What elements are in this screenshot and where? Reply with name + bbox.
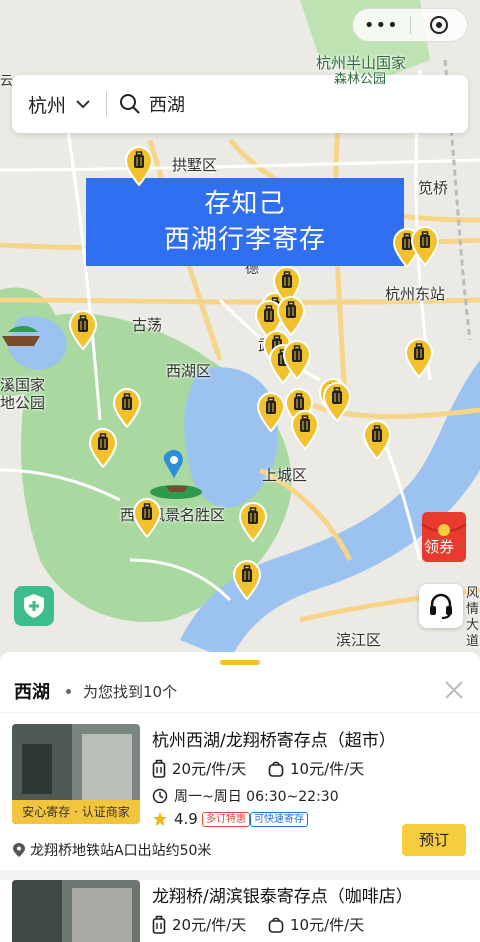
luggage-pin-icon[interactable] bbox=[362, 419, 392, 461]
coupon-envelope-icon[interactable]: 领券 bbox=[418, 508, 470, 566]
map-label-binjiang: 滨江区 bbox=[336, 631, 382, 649]
luggage-pin-icon[interactable] bbox=[282, 339, 312, 381]
map-label-gudang: 古荡 bbox=[132, 316, 163, 334]
search-bar: 杭州 西湖 bbox=[12, 75, 468, 133]
luggage-pin-icon[interactable] bbox=[112, 387, 142, 429]
price-small: 10元/件/天 bbox=[268, 914, 364, 935]
bag-small-icon bbox=[268, 761, 284, 777]
location-pin-icon bbox=[13, 843, 25, 857]
price-large: 20元/件/天 bbox=[152, 758, 246, 779]
book-button[interactable]: 预订 bbox=[402, 824, 466, 856]
miniprogram-capsule: ••• bbox=[352, 8, 468, 42]
luggage-pin-icon[interactable] bbox=[88, 427, 118, 469]
price-large: 20元/件/天 bbox=[152, 914, 246, 935]
results-count: 为您找到10个 bbox=[83, 682, 178, 701]
rating: 4.9 bbox=[152, 810, 198, 828]
banner-line-2: 西湖行李寄存 bbox=[163, 225, 326, 255]
price-small-text: 10元/件/天 bbox=[290, 760, 365, 778]
price-small-text: 10元/件/天 bbox=[290, 916, 365, 934]
luggage-pin-icon[interactable] bbox=[132, 497, 162, 539]
luggage-large-icon bbox=[152, 759, 166, 778]
star-icon bbox=[153, 812, 167, 826]
search-input[interactable]: 西湖 bbox=[149, 91, 185, 117]
opening-hours: 周一~周日 06:30~22:30 bbox=[152, 786, 339, 806]
listing-title: 龙翔桥/湖滨银泰寄存点（咖啡店） bbox=[152, 887, 413, 907]
map-label-right-edge: 风情大道 bbox=[466, 586, 480, 649]
luggage-pin-icon[interactable] bbox=[404, 337, 434, 379]
map-label-jianqiao: 笕桥 bbox=[418, 179, 449, 197]
luggage-large-icon bbox=[152, 915, 166, 934]
tag-discount: 多订特惠 bbox=[202, 812, 250, 827]
luggage-pin-icon[interactable] bbox=[322, 381, 352, 423]
map-label-gongshu: 拱墅区 bbox=[172, 156, 218, 174]
header-dot bbox=[66, 688, 71, 694]
header-divider bbox=[0, 712, 480, 713]
clock-icon bbox=[152, 788, 168, 804]
results-location: 西湖 bbox=[14, 682, 50, 703]
listing-address: 龙翔桥地铁站A口出站约50米 bbox=[12, 840, 211, 860]
opening-hours-text: 周一~周日 06:30~22:30 bbox=[174, 789, 339, 805]
search-divider bbox=[106, 91, 108, 117]
results-header: 西湖 为您找到10个 bbox=[0, 674, 480, 708]
luggage-pin-icon[interactable] bbox=[68, 309, 98, 351]
luggage-pin-icon[interactable] bbox=[256, 391, 286, 433]
price-large-text: 20元/件/天 bbox=[172, 916, 247, 934]
more-dots-icon[interactable]: ••• bbox=[353, 15, 410, 36]
card-separator bbox=[0, 870, 480, 880]
map-label-yun: 云 bbox=[0, 74, 14, 89]
listing-title: 杭州西湖/龙翔桥寄存点（超市） bbox=[152, 731, 396, 751]
bag-small-icon bbox=[268, 917, 284, 933]
price-small: 10元/件/天 bbox=[268, 758, 364, 779]
listing-thumbnail: 安心寄存 · 认证商家 bbox=[12, 724, 140, 824]
search-icon bbox=[120, 94, 140, 114]
map-label-banshan-sub: 森林公园 bbox=[334, 72, 387, 87]
capsule-close-icon[interactable] bbox=[410, 15, 467, 35]
rating-value: 4.9 bbox=[174, 810, 198, 828]
sheet-drag-handle[interactable] bbox=[220, 660, 260, 665]
current-location-marker bbox=[150, 449, 202, 499]
promo-banner: 存知己 西湖行李寄存 bbox=[86, 178, 404, 266]
listing-card[interactable]: 龙翔桥/湖滨银泰寄存点（咖啡店） 20元/件/天 10元/件/天 bbox=[0, 880, 480, 942]
coupon-label: 领券 bbox=[424, 538, 455, 556]
certified-ribbon: 安心寄存 · 认证商家 bbox=[12, 800, 140, 824]
listing-address-text: 龙翔桥地铁站A口出站约50米 bbox=[30, 843, 212, 859]
map-label-dongzhan: 杭州东站 bbox=[385, 285, 446, 303]
luggage-pin-icon[interactable] bbox=[124, 145, 154, 187]
tag-fast: 可快速寄存 bbox=[250, 812, 308, 827]
results-sheet: 西湖 为您找到10个 安心寄存 · 认证商家 杭州西湖/龙翔桥寄存点（超市） 2… bbox=[0, 652, 480, 942]
price-large-text: 20元/件/天 bbox=[172, 760, 247, 778]
city-selector[interactable]: 杭州 bbox=[28, 91, 66, 118]
chevron-down-icon[interactable] bbox=[74, 95, 92, 113]
app-page: ••• 杭州 西湖 杭州半山国家 森林公园 拱墅区 笕桥 德 杭州东站 古荡 武… bbox=[0, 0, 480, 942]
luggage-pin-icon[interactable] bbox=[232, 559, 262, 601]
close-icon[interactable] bbox=[442, 678, 466, 702]
listing-card[interactable]: 安心寄存 · 认证商家 杭州西湖/龙翔桥寄存点（超市） 20元/件/天 10元/… bbox=[0, 724, 480, 864]
headset-icon[interactable] bbox=[419, 584, 463, 628]
listing-thumbnail bbox=[12, 880, 140, 942]
map-view[interactable]: ••• 杭州 西湖 杭州半山国家 森林公园 拱墅区 笕桥 德 杭州东站 古荡 武… bbox=[0, 0, 480, 660]
luggage-pin-icon[interactable] bbox=[238, 501, 268, 543]
banner-line-1: 存知己 bbox=[204, 189, 286, 219]
luggage-pin-icon[interactable] bbox=[410, 225, 440, 267]
map-label-shangcheng: 上城区 bbox=[262, 466, 308, 484]
map-label-xihu-district: 西湖区 bbox=[166, 362, 212, 380]
map-label-xixi-2: 地公园 bbox=[0, 394, 46, 412]
shield-plus-icon[interactable] bbox=[14, 586, 54, 626]
luggage-pin-icon[interactable] bbox=[290, 409, 320, 451]
